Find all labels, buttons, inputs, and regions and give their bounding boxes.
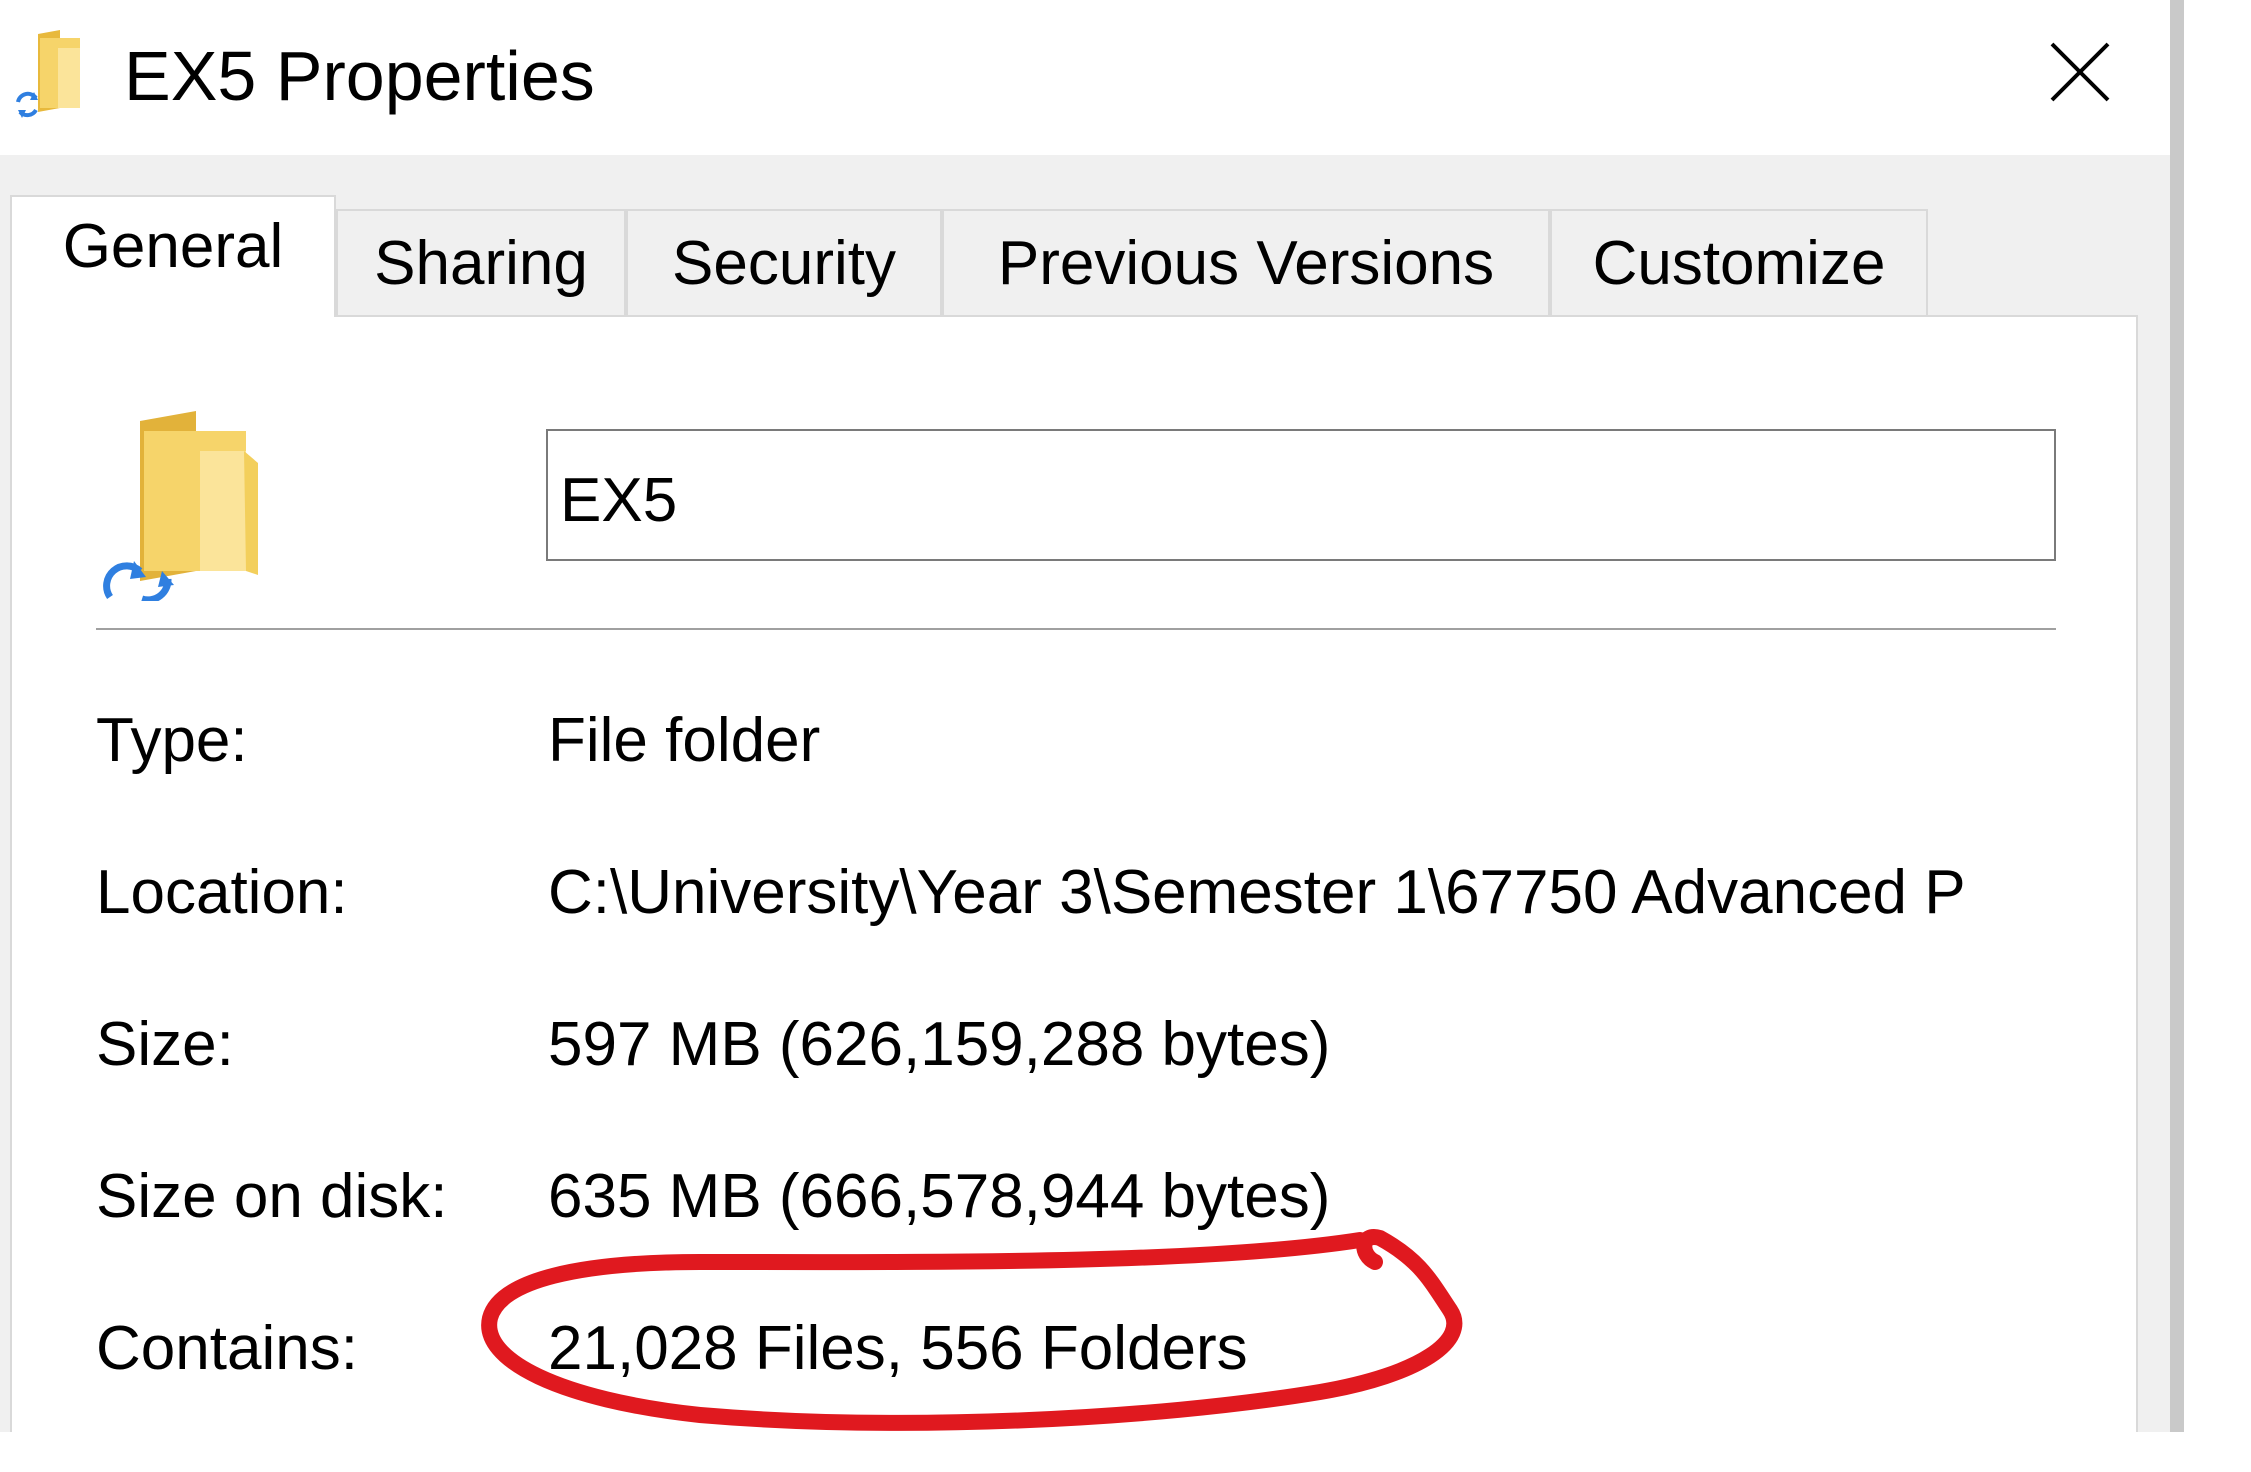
- divider: [96, 628, 2056, 630]
- size-value: 597 MB (626,159,288 bytes): [548, 1010, 1331, 1079]
- property-row-size: Size: 597 MB (626,159,288 bytes): [96, 1005, 2066, 1085]
- tab-customize[interactable]: Customize: [1550, 209, 1928, 315]
- close-icon[interactable]: [2048, 40, 2112, 104]
- location-value: C:\University\Year 3\Semester 1\67750 Ad…: [548, 858, 1966, 927]
- property-row-location: Location: C:\University\Year 3\Semester …: [96, 853, 2066, 933]
- window-edge: [2170, 0, 2184, 1432]
- size-on-disk-value: 635 MB (666,578,944 bytes): [548, 1162, 1331, 1231]
- tab-security[interactable]: Security: [626, 209, 942, 315]
- type-value: File folder: [548, 706, 821, 775]
- property-row-size-on-disk: Size on disk: 635 MB (666,578,944 bytes): [96, 1157, 2066, 1237]
- location-label: Location:: [96, 858, 348, 927]
- title-bar: EX5 Properties: [0, 0, 2170, 155]
- contains-label: Contains:: [96, 1314, 358, 1383]
- size-label: Size:: [96, 1010, 234, 1079]
- sync-folder-icon: [103, 411, 258, 601]
- folder-name-input[interactable]: [546, 429, 2056, 561]
- sync-folder-icon: [16, 30, 80, 118]
- tab-previous-versions[interactable]: Previous Versions: [942, 209, 1550, 315]
- type-label: Type:: [96, 706, 248, 775]
- general-tab-panel: Type: File folder Location: C:\Universit…: [10, 315, 2138, 1432]
- window-title: EX5 Properties: [124, 37, 595, 115]
- tab-general[interactable]: General: [10, 195, 336, 317]
- contains-value: 21,028 Files, 556 Folders: [548, 1314, 1248, 1383]
- size-on-disk-label: Size on disk:: [96, 1162, 448, 1231]
- property-row-type: Type: File folder: [96, 701, 2066, 781]
- property-row-contains: Contains: 21,028 Files, 556 Folders: [96, 1309, 2066, 1389]
- properties-dialog: EX5 Properties General Sharing Security …: [0, 0, 2170, 1432]
- close-button[interactable]: [2020, 22, 2140, 122]
- tab-sharing[interactable]: Sharing: [336, 209, 626, 315]
